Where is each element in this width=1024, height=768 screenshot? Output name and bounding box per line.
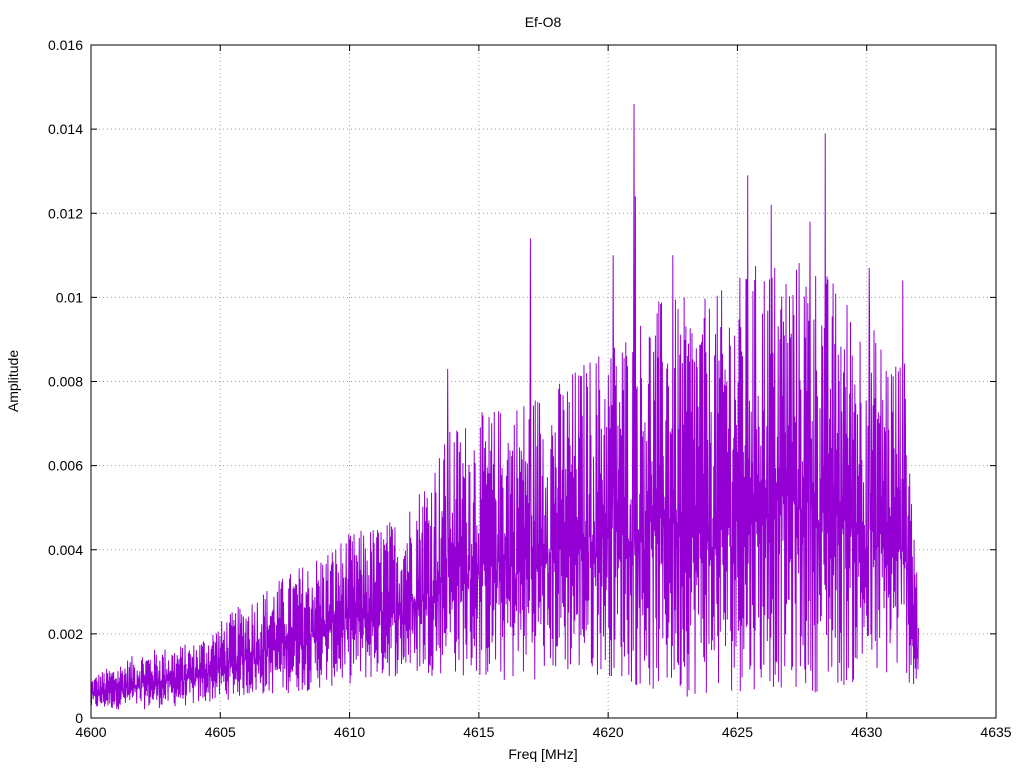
y-tick-label: 0.008 [48,374,83,390]
y-tick-label: 0.016 [48,37,83,53]
x-tick-label: 4610 [334,724,365,740]
x-tick-label: 4620 [593,724,624,740]
chart-title: Ef-O8 [525,14,562,30]
series-line [90,103,919,710]
y-tick-label: 0.012 [48,205,83,221]
x-tick-label: 4630 [851,724,882,740]
x-tick-labels: 4600 4605 4610 4615 4620 4625 4630 4635 [75,724,1011,740]
x-axis-title: Freq [MHz] [508,746,577,762]
x-tick-label: 4615 [463,724,494,740]
x-tick-label: 4635 [980,724,1011,740]
y-tick-label: 0.006 [48,458,83,474]
y-tick-label: 0.014 [48,121,83,137]
x-tick-label: 4625 [722,724,753,740]
series-layer [90,103,919,710]
x-tick-label: 4605 [205,724,236,740]
y-tick-label: 0.004 [48,542,83,558]
y-tick-label: 0.002 [48,626,83,642]
y-axis-title: Amplitude [5,350,21,412]
chart: Ef-O8 00.0020.0040.0060.0080.010.0120.01… [5,14,1012,762]
x-tick-label: 4600 [75,724,106,740]
y-tick-label: 0.01 [56,289,83,305]
y-tick-labels: 00.0020.0040.0060.0080.010.0120.0140.016 [48,37,83,726]
